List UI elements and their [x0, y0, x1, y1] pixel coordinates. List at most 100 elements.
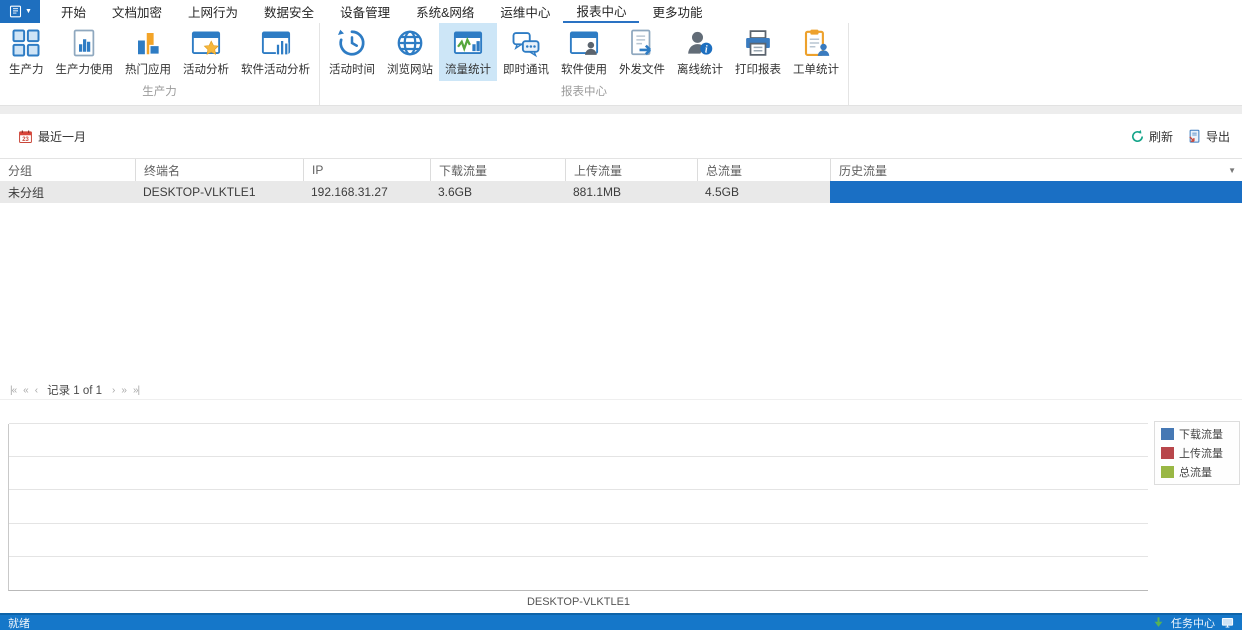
- window-star-icon: [191, 28, 221, 58]
- chart-gridline: [9, 423, 1148, 424]
- task-center-button[interactable]: 任务中心: [1171, 615, 1215, 630]
- column-options-icon[interactable]: ▼: [1228, 166, 1236, 175]
- refresh-button[interactable]: 刷新: [1130, 128, 1173, 145]
- cell-0: 未分组: [0, 181, 135, 203]
- legend-item: 上传流量: [1161, 445, 1233, 461]
- table-empty-area: [0, 203, 1242, 381]
- ribbon-item-label: 外发文件: [619, 61, 665, 77]
- pagination-prev-button[interactable]: ‹: [35, 385, 37, 396]
- column-header-6[interactable]: 历史流量▼: [830, 159, 1242, 181]
- chart-legend: 下载流量上传流量总流量: [1154, 421, 1240, 485]
- column-header-0[interactable]: 分组: [0, 159, 135, 181]
- ribbon-item-instant-messaging[interactable]: 即时通讯: [497, 23, 555, 81]
- tab-more-features[interactable]: 更多功能: [639, 0, 715, 23]
- ribbon-item-label: 生产力使用: [56, 61, 114, 77]
- doc-arrow-icon: [627, 28, 657, 58]
- download-arrow-icon: [1152, 616, 1165, 629]
- cell-1: DESKTOP-VLKTLE1: [135, 181, 303, 203]
- pagination-bar: |««‹记录 1 of 1›»»|: [0, 381, 1242, 400]
- app-window: ▼ 开始文档加密上网行为数据安全设备管理系统&网络运维中心报表中心更多功能 生产…: [0, 0, 1242, 630]
- cell-history: [830, 181, 1242, 203]
- ribbon-item-active-time[interactable]: 活动时间: [323, 23, 381, 81]
- toolbar-actions: 刷新 导出: [1130, 128, 1230, 145]
- ribbon-item-software-usage[interactable]: 软件使用: [555, 23, 613, 81]
- legend-item: 总流量: [1161, 464, 1233, 480]
- legend-label: 上传流量: [1179, 445, 1223, 461]
- tab-system-network[interactable]: 系统&网络: [403, 0, 487, 23]
- table-body: 未分组DESKTOP-VLKTLE1192.168.31.273.6GB881.…: [0, 181, 1242, 203]
- ribbon-item-offline-stats[interactable]: i离线统计: [671, 23, 729, 81]
- refresh-icon: [1130, 129, 1145, 144]
- history-traffic-bar: [830, 181, 1242, 203]
- ribbon-item-activity-analysis[interactable]: 活动分析: [177, 23, 235, 81]
- table-header: 分组 终端名IP 下载流量 上传流量 总流量 历史流量▼: [0, 158, 1242, 181]
- column-header-label: 上传流量: [574, 162, 622, 179]
- grid-icon: [11, 28, 41, 58]
- filter-toolbar: 23 最近一月 刷新 导出: [0, 114, 1242, 158]
- column-header-label: 总流量: [706, 162, 742, 179]
- window-bars-icon: [261, 28, 291, 58]
- chart-gridline: [9, 456, 1148, 457]
- export-button[interactable]: 导出: [1187, 128, 1230, 145]
- cell-4: 881.1MB: [565, 181, 697, 203]
- ribbon-item-label: 工单统计: [793, 61, 839, 77]
- tab-data-security[interactable]: 数据安全: [251, 0, 327, 23]
- ribbon-item-label: 离线统计: [677, 61, 723, 77]
- svg-text:23: 23: [22, 136, 29, 142]
- pagination-next-button[interactable]: ›: [112, 385, 114, 396]
- legend-swatch: [1161, 466, 1174, 478]
- traffic-bar-chart: DESKTOP-VLKTLE1 下载流量上传流量总流量: [0, 400, 1242, 613]
- status-text: 就绪: [8, 615, 30, 630]
- calendar-icon: 23: [18, 129, 33, 144]
- ribbon-item-browse-websites[interactable]: 浏览网站: [381, 23, 439, 81]
- chart-gridline: [9, 523, 1148, 524]
- app-menu-button[interactable]: ▼: [0, 0, 40, 23]
- ribbon-item-label: 活动时间: [329, 61, 375, 77]
- column-header-4[interactable]: 上传流量: [565, 159, 697, 181]
- column-header-1[interactable]: 终端名: [135, 159, 303, 181]
- ribbon-item-traffic-stats[interactable]: 流量统计: [439, 23, 497, 81]
- column-header-3[interactable]: 下载流量: [430, 159, 565, 181]
- pagination-first-button[interactable]: |«: [10, 385, 16, 396]
- ribbon-item-outgoing-files[interactable]: 外发文件: [613, 23, 671, 81]
- column-header-2[interactable]: IP: [303, 159, 430, 181]
- ribbon-item-label: 流量统计: [445, 61, 491, 77]
- ribbon-item-ticket-stats[interactable]: 工单统计: [787, 23, 845, 81]
- pagination-last-button[interactable]: »|: [133, 385, 139, 396]
- ribbon-item-print-reports[interactable]: 打印报表: [729, 23, 787, 81]
- monitor-icon[interactable]: [1221, 616, 1234, 629]
- ribbon-item-productivity[interactable]: 生产力: [3, 23, 50, 81]
- column-header-label: 分组: [8, 162, 32, 179]
- table-row[interactable]: 未分组DESKTOP-VLKTLE1192.168.31.273.6GB881.…: [0, 181, 1242, 203]
- legend-swatch: [1161, 447, 1174, 459]
- refresh-label: 刷新: [1149, 128, 1173, 145]
- tab-bar: ▼ 开始文档加密上网行为数据安全设备管理系统&网络运维中心报表中心更多功能: [0, 0, 1242, 23]
- ribbon-item-label: 打印报表: [735, 61, 781, 77]
- column-header-label: 下载流量: [439, 162, 487, 179]
- globe-icon: [395, 28, 425, 58]
- tab-start[interactable]: 开始: [48, 0, 99, 23]
- printer-icon: [743, 28, 773, 58]
- tab-report-center[interactable]: 报表中心: [563, 0, 639, 23]
- status-bar-right: 任务中心: [1152, 615, 1234, 630]
- ribbon-item-label: 热门应用: [125, 61, 171, 77]
- date-range-filter[interactable]: 23 最近一月: [18, 128, 86, 145]
- tab-web-behavior[interactable]: 上网行为: [175, 0, 251, 23]
- tab-doc-encryption[interactable]: 文档加密: [99, 0, 175, 23]
- export-label: 导出: [1206, 128, 1230, 145]
- ribbon-items-row: 生产力生产力使用热门应用活动分析软件活动分析: [3, 23, 316, 81]
- pagination-next-fast-button[interactable]: »: [121, 385, 126, 396]
- ribbon-item-hot-apps[interactable]: 热门应用: [119, 23, 177, 81]
- cell-3: 3.6GB: [430, 181, 565, 203]
- ribbon-item-software-activity-analysis[interactable]: 软件活动分析: [235, 23, 316, 81]
- ribbon-item-productivity-usage[interactable]: 生产力使用: [50, 23, 120, 81]
- legend-label: 总流量: [1179, 464, 1212, 480]
- clock-history-icon: [337, 28, 367, 58]
- pagination-prev-fast-button[interactable]: «: [23, 385, 28, 396]
- column-header-5[interactable]: 总流量: [697, 159, 830, 181]
- tab-ops-center[interactable]: 运维中心: [487, 0, 563, 23]
- window-wave-icon: [453, 28, 483, 58]
- tab-device-management[interactable]: 设备管理: [327, 0, 403, 23]
- legend-swatch: [1161, 428, 1174, 440]
- ribbon-group-label: 报表中心: [323, 81, 845, 105]
